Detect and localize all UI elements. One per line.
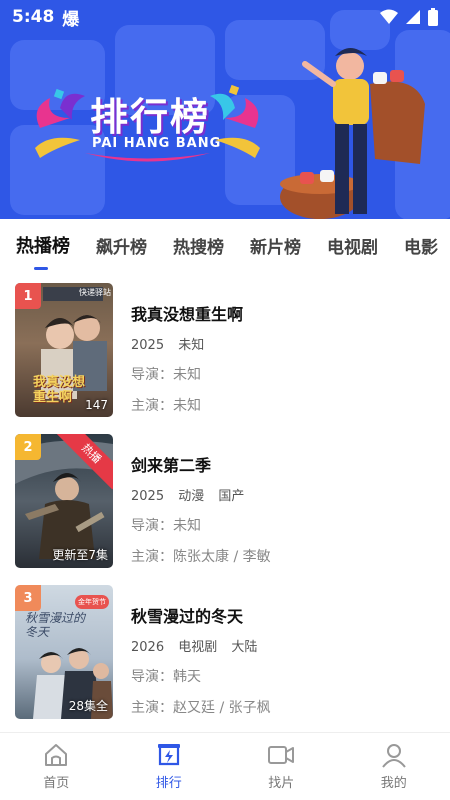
item-title[interactable]: 剑来第二季 [131,452,271,476]
banner-character-illustration [280,48,425,219]
item-year: 2025 [131,338,165,353]
tab-hot-play[interactable]: 热播榜 [16,232,70,270]
poster-image[interactable]: 快递驿站 我真没想重生啊 1 147 [15,283,113,417]
status-notification: 爆 [62,9,80,30]
item-cast: 主演：陈张太康 / 李敏 [131,549,271,565]
banner-subtitle: PAI HANG BANG [92,136,222,151]
poster-festival-badge: 金年贺节 [75,595,109,609]
status-icons [380,8,438,26]
item-title[interactable]: 我真没想重生啊 [131,301,243,325]
wifi-icon [380,9,398,24]
list-item[interactable]: 热播 2 更新至7集 剑来第二季 2025 动漫 国产 导演：未知 主演：陈张太… [15,434,435,568]
item-title[interactable]: 秋雪漫过的冬天 [131,603,271,627]
status-bar: 5:48 爆 [0,0,450,34]
battery-icon [428,8,438,26]
rank-badge: 3 [15,585,41,611]
nav-find[interactable]: 找片 [225,733,338,800]
item-meta: 2025 动漫 国产 [131,485,271,504]
item-director: 导演：未知 [131,518,201,534]
tab-movie[interactable]: 电影 [404,233,438,258]
list-item[interactable]: 快递驿站 我真没想重生啊 1 147 我真没想重生啊 2025 未知 导演：未知… [15,283,435,417]
header-banner: 5:48 爆 排行榜 PAI HANG BANG [0,0,450,219]
episode-badge: 147 [85,398,108,412]
poster-image[interactable]: 热播 2 更新至7集 [15,434,113,568]
poster-title-text: 我真没想重生啊 [33,375,86,405]
ranking-logo: 排行榜 PAI HANG BANG [30,78,265,168]
item-tag: 动漫 [178,489,205,504]
nav-rank[interactable]: 排行 [113,733,226,800]
banner-title: 排行榜 [90,95,211,139]
tab-rising[interactable]: 飙升榜 [96,233,147,258]
item-info: 秋雪漫过的冬天 2026 电视剧 大陆 导演：韩天 主演：赵又廷 / 张子枫 [131,603,271,717]
item-meta: 2025 未知 [131,334,243,353]
bottom-nav: 首页 排行 找片 我的 [0,732,450,800]
episode-badge: 28集全 [68,699,108,713]
user-icon [381,744,406,768]
tab-hot-search[interactable]: 热搜榜 [173,233,224,258]
item-cast: 主演：赵又廷 / 张子枫 [131,700,271,716]
nav-home[interactable]: 首页 [0,733,113,800]
episode-badge: 更新至7集 [52,548,108,562]
item-year: 2025 [131,489,165,504]
item-tag: 大陆 [231,640,258,655]
nav-find-label: 找片 [268,776,295,791]
item-info: 我真没想重生啊 2025 未知 导演：未知 主演：未知 [131,301,243,415]
signal-icon [406,10,420,24]
item-year: 2026 [131,640,165,655]
nav-mine[interactable]: 我的 [338,733,450,800]
item-tag: 未知 [178,338,205,353]
nav-mine-label: 我的 [380,776,407,791]
home-icon [45,744,68,766]
poster-title-text: 秋雪漫过的冬天 [25,611,86,639]
list-item[interactable]: 秋雪漫过的冬天 金年贺节 3 28集全 秋雪漫过的冬天 2026 电视剧 大陆 … [15,585,435,719]
ranking-tabs: 热播榜 飙升榜 热搜榜 新片榜 电视剧 电影 [0,219,450,271]
tab-new-release[interactable]: 新片榜 [250,233,301,258]
item-tag: 国产 [218,489,245,504]
nav-rank-label: 排行 [155,776,182,791]
item-info: 剑来第二季 2025 动漫 国产 导演：未知 主演：陈张太康 / 李敏 [131,452,271,566]
nav-home-label: 首页 [43,776,70,791]
item-cast: 主演：未知 [131,398,201,414]
poster-image[interactable]: 秋雪漫过的冬天 金年贺节 3 28集全 [15,585,113,719]
item-meta: 2026 电视剧 大陆 [131,636,271,655]
status-time: 5:48 [12,7,55,27]
video-camera-icon [268,746,295,764]
tab-tv-series[interactable]: 电视剧 [327,233,378,258]
rank-badge: 1 [15,283,41,309]
item-tag: 电视剧 [178,640,218,655]
item-director: 导演：韩天 [131,669,201,685]
item-director: 导演：未知 [131,367,201,383]
rank-icon [157,744,180,766]
rank-badge: 2 [15,434,41,460]
